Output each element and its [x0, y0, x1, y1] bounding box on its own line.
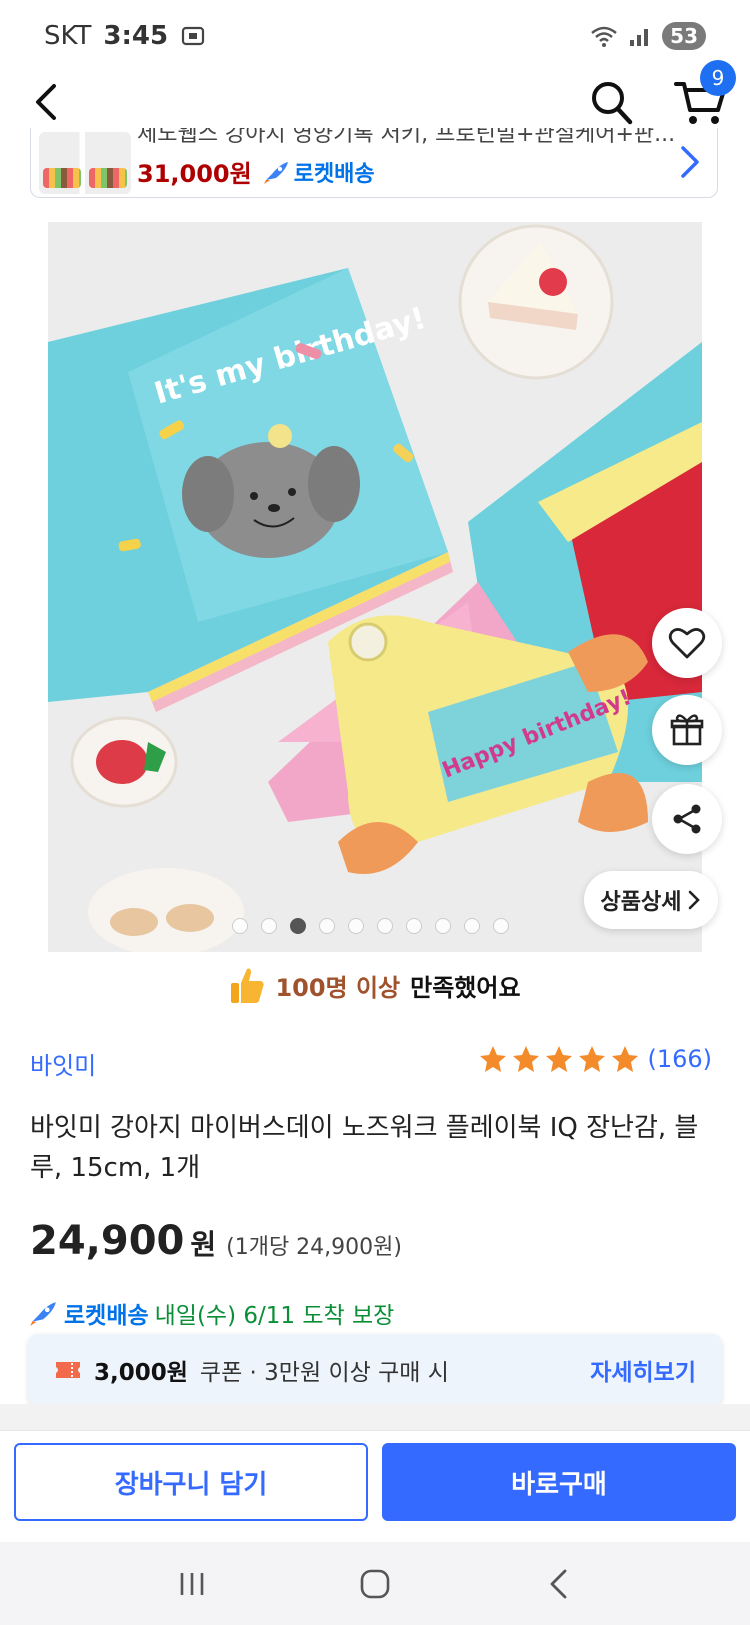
pagination-dot[interactable]	[406, 918, 422, 934]
section-divider	[0, 1404, 750, 1430]
rocket-icon	[263, 161, 288, 184]
cart-count-badge: 9	[700, 60, 736, 96]
recommended-product-price: 31,000원	[137, 160, 252, 188]
product-image[interactable]: It's my birthday! Happy birthday!	[48, 222, 702, 952]
app-header	[0, 70, 750, 134]
gift-button[interactable]	[652, 695, 722, 765]
gift-icon	[670, 714, 704, 746]
screen-recorder-icon	[181, 26, 205, 46]
product-photo: It's my birthday! Happy birthday!	[48, 222, 702, 952]
back-icon	[550, 1569, 567, 1598]
star-icon	[579, 1046, 606, 1072]
star-icon	[612, 1046, 639, 1072]
product-detail-label: 상품상세	[600, 890, 682, 915]
pagination-dot[interactable]	[377, 918, 393, 934]
pagination-dot[interactable]	[319, 918, 335, 934]
brand-link[interactable]: 바잇미	[30, 1046, 96, 1081]
sale-price: 24,900	[30, 1218, 185, 1264]
battery-indicator: 53	[662, 22, 706, 50]
carrier-label: SKT	[44, 21, 92, 51]
thumbs-up-icon	[231, 968, 265, 1003]
star-icon	[480, 1046, 507, 1072]
recent-apps-icon	[180, 1572, 203, 1595]
pagination-dot[interactable]	[464, 918, 480, 934]
rocket-delivery-label: 로켓배송	[293, 161, 375, 187]
coupon-condition: 쿠폰 · 3만원 이상 구매 시	[199, 1360, 449, 1386]
satisfaction-count: 100명 이상	[275, 973, 401, 1002]
arrival-guarantee: 내일(수) 6/11 도착 보장	[154, 1303, 395, 1329]
rating-summary[interactable]: (166)	[478, 1044, 712, 1074]
home-button[interactable]	[345, 1554, 405, 1614]
coupon-icon	[56, 1362, 80, 1378]
price-currency: 원	[190, 1228, 217, 1261]
wishlist-button[interactable]	[652, 608, 722, 678]
home-icon	[360, 1569, 390, 1598]
back-arrow-icon[interactable]	[28, 78, 68, 126]
coupon-amount: 3,000원	[94, 1360, 188, 1386]
image-pagination	[232, 918, 509, 934]
system-back-button[interactable]	[528, 1554, 588, 1614]
purchase-action-bar: 장바구니 담기 바로구매	[0, 1430, 750, 1542]
search-icon[interactable]	[588, 76, 636, 128]
coupon-banner[interactable]: 3,000원 쿠폰 · 3만원 이상 구매 시 자세히보기	[28, 1334, 722, 1406]
pagination-dot[interactable]	[435, 918, 451, 934]
signal-icon	[630, 29, 649, 46]
recommended-product-title: 세노웹스 강아지 영양기록 저키, 프로틴밀+관절케어+판...	[137, 128, 676, 147]
pagination-dot[interactable]	[261, 918, 277, 934]
satisfaction-label: 만족했어요	[410, 973, 521, 1002]
coupon-details-link[interactable]: 자세히보기	[590, 1353, 696, 1387]
price-row: 24,900 원 (1개당 24,900원)	[30, 1218, 402, 1264]
delivery-info: 로켓배송 내일(수) 6/11 도착 보장	[28, 1296, 394, 1330]
product-detail-button[interactable]: 상품상세	[584, 871, 718, 929]
chevron-right-icon	[689, 890, 701, 910]
recent-apps-button[interactable]	[162, 1554, 222, 1614]
rocket-icon	[30, 1302, 56, 1326]
system-navigation-bar	[0, 1542, 750, 1625]
pagination-dot[interactable]	[348, 918, 364, 934]
buy-now-button[interactable]: 바로구매	[382, 1443, 736, 1521]
star-icon	[513, 1046, 540, 1072]
pagination-dot[interactable]	[232, 918, 248, 934]
heart-icon	[668, 628, 706, 659]
pagination-dot[interactable]	[493, 918, 509, 934]
clock: 3:45	[103, 21, 169, 51]
rocket-delivery-label: 로켓배송	[64, 1303, 149, 1329]
satisfaction-banner: 100명 이상 만족했어요	[0, 960, 750, 1010]
status-bar: SKT 3:45 53	[0, 0, 750, 72]
share-icon	[673, 804, 701, 834]
chevron-right-icon[interactable]	[679, 144, 701, 180]
recommended-product-thumbnail	[39, 132, 131, 194]
pagination-dot-active[interactable]	[290, 918, 306, 934]
product-title: 바잇미 강아지 마이버스데이 노즈워크 플레이북 IQ 장난감, 블루, 15c…	[30, 1113, 699, 1183]
unit-price: (1개당 24,900원)	[226, 1235, 402, 1260]
share-button[interactable]	[652, 784, 722, 854]
recommended-product-banner[interactable]: 세노웹스 강아지 영양기록 저키, 프로틴밀+관절케어+판... 31,000원…	[30, 128, 718, 198]
review-count: (166)	[647, 1045, 712, 1073]
wifi-icon	[591, 26, 617, 47]
star-icon	[546, 1046, 573, 1072]
add-to-cart-button[interactable]: 장바구니 담기	[14, 1443, 368, 1521]
rocket-delivery-badge: 로켓배송	[262, 156, 375, 188]
